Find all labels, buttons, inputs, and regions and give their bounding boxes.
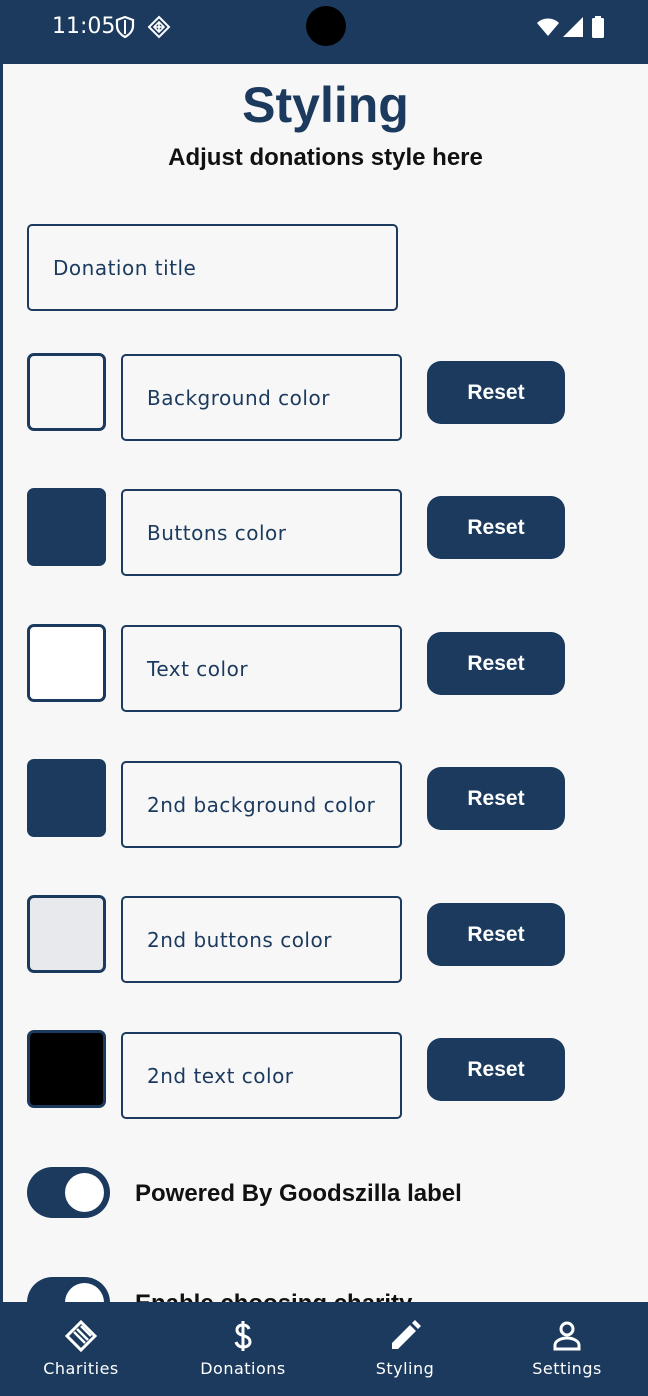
second-text-color-field[interactable]: 2nd text color: [121, 1032, 402, 1119]
powered-by-label-toggle[interactable]: [27, 1167, 110, 1218]
background-color-swatch[interactable]: [27, 353, 106, 431]
background-color-label: Background color: [147, 385, 330, 410]
buttons-color-swatch[interactable]: [27, 488, 106, 566]
reset-background-color-button[interactable]: Reset: [427, 361, 565, 424]
enable-choosing-charity-toggle[interactable]: [27, 1277, 110, 1302]
second-buttons-color-field[interactable]: 2nd buttons color: [121, 896, 402, 983]
reset-buttons-color-button[interactable]: Reset: [427, 496, 565, 559]
reset-second-text-color-button[interactable]: Reset: [427, 1038, 565, 1101]
bottom-navigation: Charities Donations Styling Settings: [0, 1302, 648, 1396]
second-background-color-swatch[interactable]: [27, 759, 106, 837]
background-color-field[interactable]: Background color: [121, 354, 402, 441]
pencil-icon: [392, 1320, 421, 1349]
second-background-color-field[interactable]: 2nd background color: [121, 761, 402, 848]
text-color-swatch[interactable]: [27, 624, 106, 702]
nav-item-charities[interactable]: Charities: [0, 1302, 162, 1396]
nav-item-donations[interactable]: Donations: [162, 1302, 324, 1396]
charities-icon: [64, 1319, 98, 1353]
second-background-color-label: 2nd background color: [147, 792, 376, 817]
page-subtitle: Adjust donations style here: [168, 144, 483, 171]
wifi-icon: [537, 18, 559, 36]
signal-icon: [563, 17, 583, 37]
reset-second-background-color-button[interactable]: Reset: [427, 767, 565, 830]
status-time: 11:05: [52, 14, 116, 39]
nav-label-settings: Settings: [532, 1359, 602, 1378]
page-title: Styling: [242, 77, 409, 133]
reset-second-buttons-color-button[interactable]: Reset: [427, 903, 565, 966]
text-color-field[interactable]: Text color: [121, 625, 402, 712]
second-buttons-color-swatch[interactable]: [27, 895, 106, 973]
buttons-color-field[interactable]: Buttons color: [121, 489, 402, 576]
nav-label-charities: Charities: [43, 1359, 119, 1378]
nav-label-donations: Donations: [200, 1359, 286, 1378]
person-icon: [553, 1321, 581, 1351]
nav-item-settings[interactable]: Settings: [486, 1302, 648, 1396]
reset-text-color-button[interactable]: Reset: [427, 632, 565, 695]
camera-cutout: [306, 6, 346, 46]
toggle-knob: [65, 1283, 104, 1302]
battery-icon: [592, 16, 604, 38]
donation-title-field[interactable]: Donation title: [27, 224, 398, 311]
styling-screen: Styling Adjust donations style here Dona…: [3, 64, 648, 1302]
enable-choosing-charity-text: Enable choosing charity: [135, 1290, 412, 1302]
second-text-color-label: 2nd text color: [147, 1063, 294, 1088]
dollar-icon: [234, 1321, 252, 1351]
donation-title-placeholder: Donation title: [53, 255, 197, 280]
nav-label-styling: Styling: [375, 1359, 435, 1378]
shield-icon: [115, 15, 135, 39]
status-bar: 11:05: [0, 0, 648, 64]
second-text-color-swatch[interactable]: [27, 1030, 106, 1108]
second-buttons-color-label: 2nd buttons color: [147, 927, 332, 952]
diamond-grid-icon: [147, 15, 171, 39]
text-color-label: Text color: [147, 656, 249, 681]
buttons-color-label: Buttons color: [147, 520, 287, 545]
nav-item-styling[interactable]: Styling: [324, 1302, 486, 1396]
powered-by-label-text: Powered By Goodszilla label: [135, 1180, 462, 1207]
toggle-knob: [65, 1173, 104, 1212]
